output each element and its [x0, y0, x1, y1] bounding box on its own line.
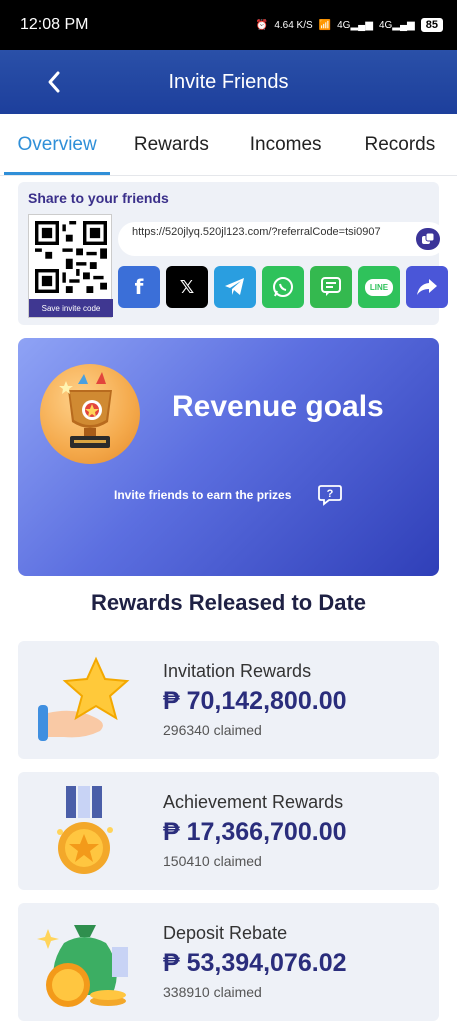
- star-hand-icon: [38, 656, 130, 741]
- qr-code-box: Save invite code: [28, 214, 113, 318]
- signal-icon-2: 4G▂▄▆: [378, 19, 415, 31]
- more-share-button[interactable]: [406, 266, 448, 308]
- share-icon: [417, 279, 437, 295]
- signal-icon: 4G▂▄▆: [337, 19, 373, 31]
- copy-icon: [422, 232, 435, 244]
- referral-link-field[interactable]: https://520jlyq.520jl123.com/?referralCo…: [118, 222, 446, 256]
- telegram-icon: [225, 278, 244, 295]
- copy-button[interactable]: [416, 228, 440, 250]
- rewards-section-title: Rewards Released to Date: [90, 590, 367, 615]
- revenue-subtitle: Invite friends to earn the prizes: [114, 488, 292, 502]
- social-share-row: f 𝕏 LINE: [118, 266, 448, 308]
- achievement-rewards-card[interactable]: Achievement Rewards ₱ 17,366,700.00 1504…: [18, 772, 439, 890]
- x-share-button[interactable]: 𝕏: [166, 266, 208, 308]
- tab-records[interactable]: Records: [343, 114, 457, 175]
- svg-text:?: ?: [327, 488, 334, 500]
- reward-claimed: 338910 claimed: [163, 984, 262, 1000]
- revenue-title: Revenue goals: [172, 390, 384, 423]
- sms-share-button[interactable]: [310, 266, 352, 308]
- reward-label: Deposit Rebate: [163, 923, 288, 943]
- help-icon[interactable]: ?: [318, 484, 342, 506]
- chevron-left-icon: [48, 71, 60, 93]
- reward-amount: ₱ 17,366,700.00: [163, 818, 347, 846]
- back-button[interactable]: [38, 66, 70, 98]
- trophy-icon: [40, 364, 140, 464]
- battery-icon: 85: [420, 18, 443, 32]
- sms-icon: [321, 277, 341, 296]
- reward-claimed: 150410 claimed: [163, 853, 262, 869]
- money-bag-icon: [37, 925, 128, 1007]
- x-icon: 𝕏: [179, 276, 195, 297]
- whatsapp-share-button[interactable]: [262, 266, 304, 308]
- share-card: Share to your friends Save invite code h…: [18, 182, 448, 325]
- save-invite-code-button[interactable]: Save invite code: [29, 299, 113, 317]
- line-share-button[interactable]: LINE: [358, 266, 400, 308]
- whatsapp-icon: [273, 277, 293, 297]
- line-icon: LINE: [364, 278, 394, 296]
- status-bar: 12:08 PM ⏰ 4.64 K/S 📶 4G▂▄▆ 4G▂▄▆ 85: [0, 0, 457, 50]
- tab-rewards[interactable]: Rewards: [114, 114, 228, 175]
- reward-label: Invitation Rewards: [163, 661, 312, 681]
- reward-label: Achievement Rewards: [163, 792, 344, 812]
- tab-bar: Overview Rewards Incomes Records: [0, 114, 457, 176]
- alarm-icon: ⏰: [255, 19, 269, 31]
- invitation-rewards-card[interactable]: Invitation Rewards ₱ 70,142,800.00 29634…: [18, 641, 439, 759]
- tab-overview[interactable]: Overview: [0, 114, 114, 175]
- wifi-icon: 📶: [318, 19, 332, 31]
- medal-icon: [57, 786, 113, 874]
- revenue-goals-card[interactable]: Revenue goals Invite friends to earn the…: [18, 338, 439, 576]
- tab-incomes[interactable]: Incomes: [229, 114, 343, 175]
- telegram-share-button[interactable]: [214, 266, 256, 308]
- facebook-icon: f: [134, 275, 144, 299]
- status-time: 12:08 PM: [20, 16, 89, 33]
- qr-code-icon: [35, 221, 107, 293]
- reward-amount: ₱ 53,394,076.02: [163, 949, 347, 977]
- facebook-share-button[interactable]: f: [118, 266, 160, 308]
- share-title: Share to your friends: [28, 190, 169, 206]
- page-title: Invite Friends: [168, 70, 289, 93]
- reward-claimed: 296340 claimed: [163, 722, 262, 738]
- deposit-rebate-card[interactable]: Deposit Rebate ₱ 53,394,076.02 338910 cl…: [18, 903, 439, 1021]
- network-speed: 4.64 K/S: [274, 19, 313, 31]
- status-icons: ⏰ 4.64 K/S 📶 4G▂▄▆ 4G▂▄▆ 85: [256, 18, 443, 32]
- app-header: Invite Friends: [0, 50, 457, 114]
- reward-amount: ₱ 70,142,800.00: [163, 687, 347, 715]
- referral-link-text: https://520jlyq.520jl123.com/?referralCo…: [132, 226, 381, 238]
